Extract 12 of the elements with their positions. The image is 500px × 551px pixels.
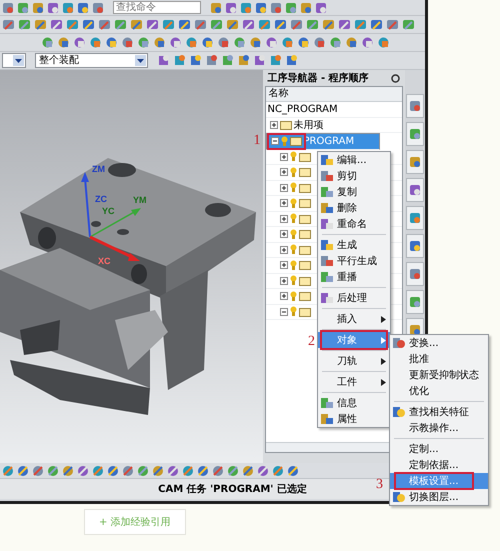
panel-title: 工序导航器 - 程序顺序 (268, 71, 369, 85)
axis-label: XC (98, 256, 111, 266)
axis-label: ZC (95, 194, 107, 204)
axis-label: ZM (92, 164, 105, 174)
step-number: 1 (254, 134, 260, 148)
step-number: 3 (376, 478, 383, 492)
step-number: 2 (308, 335, 315, 349)
tree-label: NC_PROGRAM (268, 104, 338, 115)
axis-label: YC (102, 206, 115, 216)
status-text: CAM 任务 'PROGRAM' 已选定 (157, 482, 307, 496)
tree-label: 未用项 (294, 118, 324, 132)
axis-label: YM (133, 195, 146, 205)
